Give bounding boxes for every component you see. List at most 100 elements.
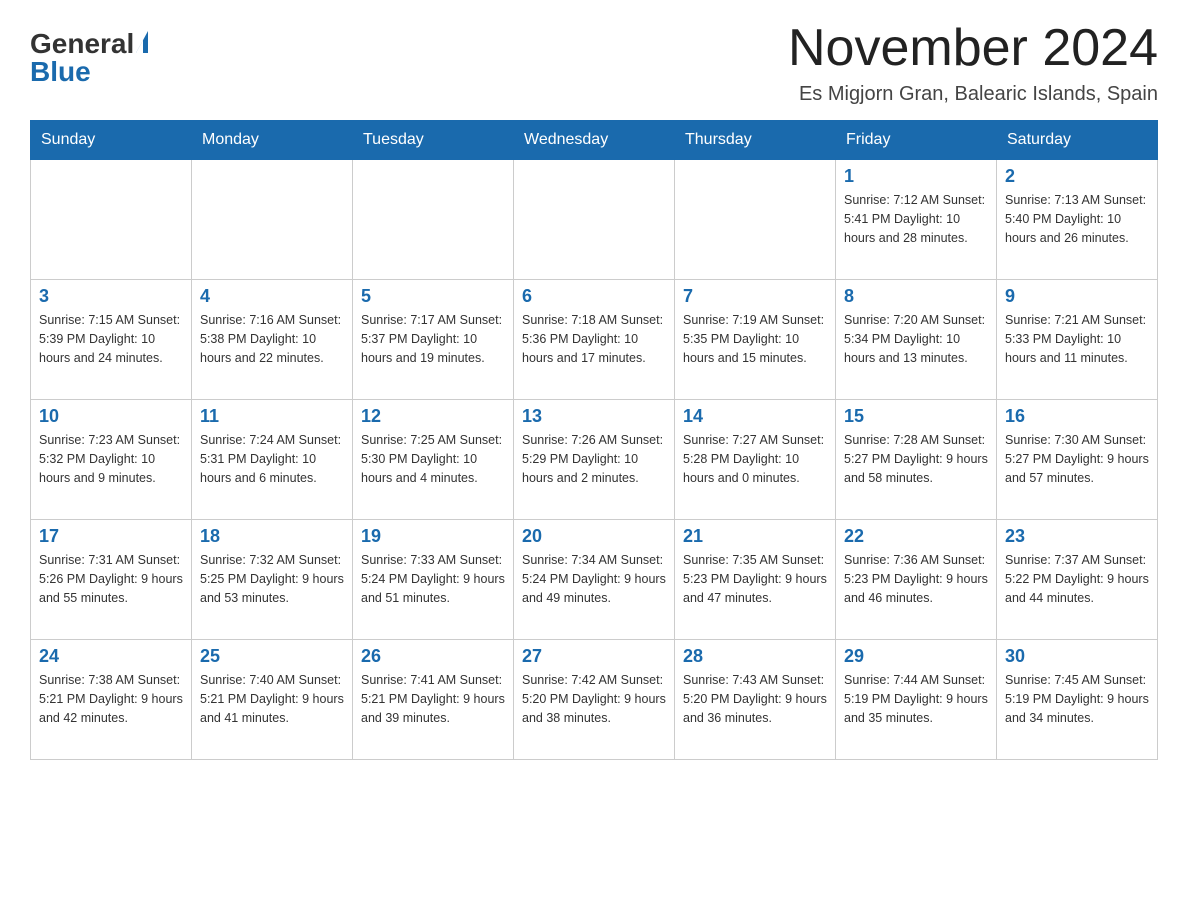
logo-triangle-icon [136, 31, 158, 57]
day-info: Sunrise: 7:35 AM Sunset: 5:23 PM Dayligh… [683, 551, 827, 607]
calendar-cell: 28 Sunrise: 7:43 AM Sunset: 5:20 PM Dayli… [675, 640, 836, 760]
calendar-cell: 8Sunrise: 7:20 AM Sunset: 5:34 PM Daylig… [836, 280, 997, 400]
day-number: 30 [1005, 646, 1149, 667]
day-number: 26 [361, 646, 505, 667]
day-number: 16 [1005, 406, 1149, 427]
day-info: Sunrise: 7:43 AM Sunset: 5:20 PM Dayligh… [683, 671, 827, 727]
calendar-cell: 17Sunrise: 7:31 AM Sunset: 5:26 PM Dayli… [31, 520, 192, 640]
day-info: Sunrise: 7:26 AM Sunset: 5:29 PM Dayligh… [522, 431, 666, 487]
logo: General Blue [30, 30, 158, 86]
day-info: Sunrise: 7:30 AM Sunset: 5:27 PM Dayligh… [1005, 431, 1149, 487]
day-number: 2 [1005, 166, 1149, 187]
day-number: 12 [361, 406, 505, 427]
day-info: Sunrise: 7:25 AM Sunset: 5:30 PM Dayligh… [361, 431, 505, 487]
calendar-cell: 26 Sunrise: 7:41 AM Sunset: 5:21 PM Dayli… [353, 640, 514, 760]
calendar-header-monday: Monday [192, 121, 353, 160]
day-number: 6 [522, 286, 666, 307]
day-info: Sunrise: 7:28 AM Sunset: 5:27 PM Dayligh… [844, 431, 988, 487]
day-number: 13 [522, 406, 666, 427]
day-info: Sunrise: 7:17 AM Sunset: 5:37 PM Dayligh… [361, 311, 505, 367]
day-number: 3 [39, 286, 183, 307]
calendar-cell: 24 Sunrise: 7:38 AM Sunset: 5:21 PM Dayli… [31, 640, 192, 760]
week-row-2: 3 Sunrise: 7:15 AM Sunset: 5:39 PM Daylig… [31, 280, 1158, 400]
day-info: Sunrise: 7:21 AM Sunset: 5:33 PM Dayligh… [1005, 311, 1149, 367]
subtitle: Es Migjorn Gran, Balearic Islands, Spain [788, 83, 1158, 106]
day-number: 7 [683, 286, 827, 307]
day-number: 11 [200, 406, 344, 427]
day-info: Sunrise: 7:42 AM Sunset: 5:20 PM Dayligh… [522, 671, 666, 727]
day-info: Sunrise: 7:20 AM Sunset: 5:34 PM Dayligh… [844, 311, 988, 367]
day-number: 15 [844, 406, 988, 427]
title-section: November 2024 Es Migjorn Gran, Balearic … [788, 20, 1158, 106]
day-info: Sunrise: 7:45 AM Sunset: 5:19 PM Dayligh… [1005, 671, 1149, 727]
calendar-cell: 27 Sunrise: 7:42 AM Sunset: 5:20 PM Dayli… [514, 640, 675, 760]
calendar-cell: 16 Sunrise: 7:30 AM Sunset: 5:27 PM Dayli… [997, 400, 1158, 520]
day-info: Sunrise: 7:32 AM Sunset: 5:25 PM Dayligh… [200, 551, 344, 607]
day-number: 28 [683, 646, 827, 667]
calendar-cell: 1 Sunrise: 7:12 AM Sunset: 5:41 PM Daylig… [836, 160, 997, 280]
calendar-cell: 4Sunrise: 7:16 AM Sunset: 5:38 PM Daylig… [192, 280, 353, 400]
calendar-cell: 5 Sunrise: 7:17 AM Sunset: 5:37 PM Daylig… [353, 280, 514, 400]
calendar-cell: 22Sunrise: 7:36 AM Sunset: 5:23 PM Dayli… [836, 520, 997, 640]
calendar-header-wednesday: Wednesday [514, 121, 675, 160]
calendar-cell: 18 Sunrise: 7:32 AM Sunset: 5:25 PM Dayli… [192, 520, 353, 640]
week-row-1: 1 Sunrise: 7:12 AM Sunset: 5:41 PM Daylig… [31, 160, 1158, 280]
day-number: 21 [683, 526, 827, 547]
day-number: 18 [200, 526, 344, 547]
calendar-cell: 14Sunrise: 7:27 AM Sunset: 5:28 PM Dayli… [675, 400, 836, 520]
day-number: 1 [844, 166, 988, 187]
logo-general: General [30, 30, 134, 58]
day-number: 22 [844, 526, 988, 547]
calendar-header-row: SundayMondayTuesdayWednesdayThursdayFrid… [31, 121, 1158, 160]
day-info: Sunrise: 7:16 AM Sunset: 5:38 PM Dayligh… [200, 311, 344, 367]
day-info: Sunrise: 7:41 AM Sunset: 5:21 PM Dayligh… [361, 671, 505, 727]
day-info: Sunrise: 7:27 AM Sunset: 5:28 PM Dayligh… [683, 431, 827, 487]
day-info: Sunrise: 7:38 AM Sunset: 5:21 PM Dayligh… [39, 671, 183, 727]
day-info: Sunrise: 7:24 AM Sunset: 5:31 PM Dayligh… [200, 431, 344, 487]
day-info: Sunrise: 7:18 AM Sunset: 5:36 PM Dayligh… [522, 311, 666, 367]
calendar-header-tuesday: Tuesday [353, 121, 514, 160]
main-title: November 2024 [788, 20, 1158, 77]
day-info: Sunrise: 7:23 AM Sunset: 5:32 PM Dayligh… [39, 431, 183, 487]
calendar-cell: 29 Sunrise: 7:44 AM Sunset: 5:19 PM Dayli… [836, 640, 997, 760]
calendar-cell [192, 160, 353, 280]
day-number: 25 [200, 646, 344, 667]
calendar-cell [31, 160, 192, 280]
day-info: Sunrise: 7:33 AM Sunset: 5:24 PM Dayligh… [361, 551, 505, 607]
day-info: Sunrise: 7:34 AM Sunset: 5:24 PM Dayligh… [522, 551, 666, 607]
day-info: Sunrise: 7:12 AM Sunset: 5:41 PM Dayligh… [844, 191, 988, 247]
calendar-header-sunday: Sunday [31, 121, 192, 160]
day-info: Sunrise: 7:40 AM Sunset: 5:21 PM Dayligh… [200, 671, 344, 727]
page-header: General Blue November 2024 Es Migjorn Gr… [30, 20, 1158, 106]
calendar-cell: 13 Sunrise: 7:26 AM Sunset: 5:29 PM Dayli… [514, 400, 675, 520]
calendar-cell: 30 Sunrise: 7:45 AM Sunset: 5:19 PM Dayli… [997, 640, 1158, 760]
day-info: Sunrise: 7:44 AM Sunset: 5:19 PM Dayligh… [844, 671, 988, 727]
day-number: 19 [361, 526, 505, 547]
calendar-header-thursday: Thursday [675, 121, 836, 160]
calendar-cell: 9 Sunrise: 7:21 AM Sunset: 5:33 PM Daylig… [997, 280, 1158, 400]
calendar-cell: 2Sunrise: 7:13 AM Sunset: 5:40 PM Daylig… [997, 160, 1158, 280]
day-number: 20 [522, 526, 666, 547]
logo-blue: Blue [30, 56, 91, 87]
day-number: 27 [522, 646, 666, 667]
day-info: Sunrise: 7:15 AM Sunset: 5:39 PM Dayligh… [39, 311, 183, 367]
calendar-cell: 25 Sunrise: 7:40 AM Sunset: 5:21 PM Dayli… [192, 640, 353, 760]
calendar-header-friday: Friday [836, 121, 997, 160]
calendar-cell: 19 Sunrise: 7:33 AM Sunset: 5:24 PM Dayli… [353, 520, 514, 640]
day-number: 24 [39, 646, 183, 667]
week-row-5: 24 Sunrise: 7:38 AM Sunset: 5:21 PM Dayli… [31, 640, 1158, 760]
day-number: 9 [1005, 286, 1149, 307]
calendar-cell: 12 Sunrise: 7:25 AM Sunset: 5:30 PM Dayli… [353, 400, 514, 520]
day-info: Sunrise: 7:19 AM Sunset: 5:35 PM Dayligh… [683, 311, 827, 367]
calendar-cell [353, 160, 514, 280]
calendar-cell: 6 Sunrise: 7:18 AM Sunset: 5:36 PM Daylig… [514, 280, 675, 400]
day-info: Sunrise: 7:31 AM Sunset: 5:26 PM Dayligh… [39, 551, 183, 607]
calendar-cell: 23Sunrise: 7:37 AM Sunset: 5:22 PM Dayli… [997, 520, 1158, 640]
day-number: 23 [1005, 526, 1149, 547]
day-number: 5 [361, 286, 505, 307]
calendar-cell: 11 Sunrise: 7:24 AM Sunset: 5:31 PM Dayli… [192, 400, 353, 520]
week-row-4: 17Sunrise: 7:31 AM Sunset: 5:26 PM Dayli… [31, 520, 1158, 640]
calendar-cell: 7 Sunrise: 7:19 AM Sunset: 5:35 PM Daylig… [675, 280, 836, 400]
calendar-cell: 3 Sunrise: 7:15 AM Sunset: 5:39 PM Daylig… [31, 280, 192, 400]
day-number: 29 [844, 646, 988, 667]
